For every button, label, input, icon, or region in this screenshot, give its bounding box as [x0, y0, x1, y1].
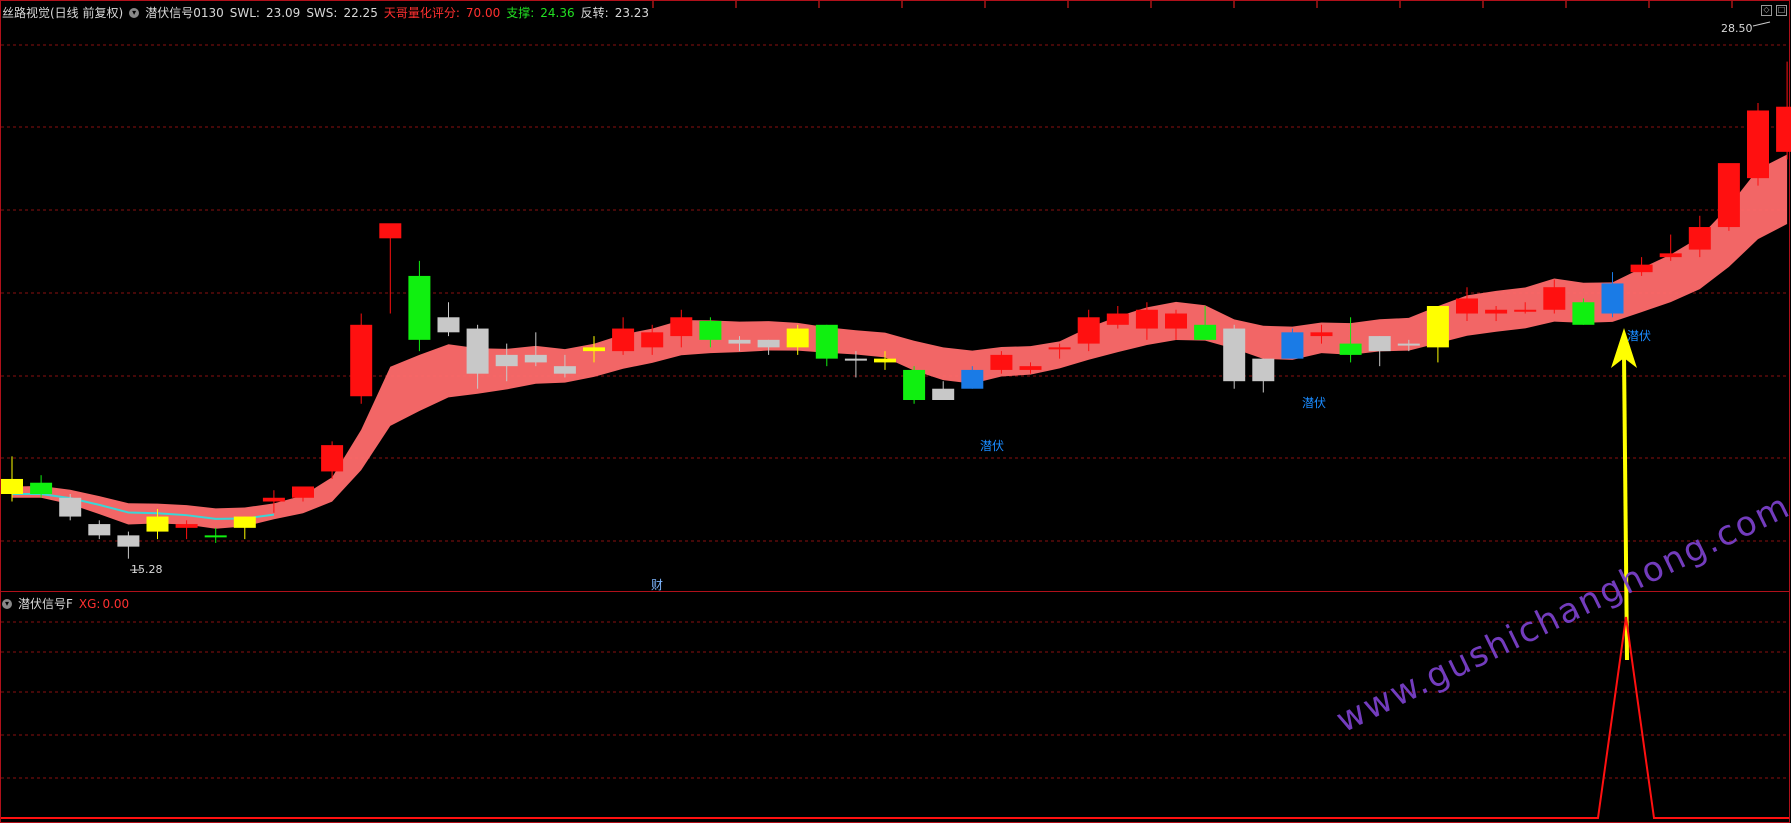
candle-body	[1019, 366, 1042, 370]
sws-value: 22.25	[343, 5, 378, 20]
candle-body	[583, 347, 605, 352]
candle-body	[1281, 332, 1304, 359]
candle-body	[292, 486, 314, 498]
candle-body	[1426, 306, 1449, 348]
score-label: 天哥量化评分:	[383, 6, 460, 20]
signal-label-2: 潜伏	[1302, 396, 1327, 410]
candle-body	[670, 317, 693, 337]
candle-body	[786, 328, 809, 348]
candle-body	[1165, 313, 1187, 329]
indicator-dropdown-icon[interactable]: ▾	[129, 7, 140, 18]
candle-body	[990, 354, 1013, 370]
ma-band	[12, 154, 1788, 529]
candle-body	[641, 332, 664, 348]
candle-body	[88, 524, 111, 536]
candle-body	[117, 535, 140, 547]
candle-body	[815, 324, 838, 359]
candlestick-chart	[1, 1, 1791, 819]
candle-body	[1339, 343, 1362, 355]
swl-value: 23.09	[265, 5, 301, 20]
candle-body	[1717, 163, 1740, 228]
reversal-value: 23.23	[614, 5, 650, 20]
sub-indicator-dropdown-icon[interactable]: ▾	[2, 598, 12, 609]
candle-body	[379, 223, 402, 239]
candle-body	[1252, 358, 1275, 382]
xg-label: XG:	[78, 596, 101, 611]
candle-body	[30, 482, 53, 494]
sub-header: ▾ 潜伏信号F XG: 0.00	[2, 595, 129, 612]
candle-body	[612, 328, 635, 352]
score-value: 70.00	[465, 5, 501, 20]
cai-marker[interactable]: 财	[651, 576, 663, 593]
candle-body	[874, 358, 896, 363]
candle-body	[408, 275, 431, 340]
candle-body	[146, 516, 169, 532]
candle-body	[1776, 106, 1791, 152]
high-marker-line	[1752, 21, 1771, 27]
candle-body	[1077, 317, 1100, 344]
candle-body	[1048, 347, 1071, 350]
candle-body	[728, 339, 751, 344]
indicator-name: 潜伏信号0130	[145, 6, 224, 20]
diamond-icon[interactable]: ◇	[1761, 5, 1772, 16]
stock-title: 丝路视觉(日线 前复权)	[2, 6, 124, 20]
low-price-label: 15.28	[131, 563, 163, 576]
swl-label: SWL:	[229, 5, 260, 20]
candle-body	[1747, 110, 1769, 179]
signal-arrow-shaft	[1622, 354, 1629, 661]
candle-body	[757, 339, 780, 348]
candle-body	[1688, 227, 1711, 250]
candle-body	[262, 497, 285, 502]
candle-body	[903, 369, 926, 400]
candle-body	[1485, 309, 1508, 314]
candle-body	[1456, 298, 1478, 314]
candle-body	[466, 328, 489, 374]
xg-value: 0.00	[102, 596, 130, 611]
support-value: 24.36	[540, 5, 575, 20]
support-label: 支撑:	[506, 6, 535, 20]
candle-body	[524, 354, 547, 363]
reversal-label: 反转:	[580, 6, 609, 20]
candle-body	[1659, 253, 1682, 258]
candle-body	[1601, 283, 1624, 314]
candle-body	[1572, 302, 1595, 325]
candle-body	[1630, 264, 1653, 273]
candle-body	[932, 388, 955, 400]
window-controls: ◇ □	[1761, 5, 1787, 16]
candle-body	[844, 358, 867, 361]
candle-body	[1194, 324, 1217, 340]
signal-label-3: 潜伏	[1627, 329, 1652, 343]
candle-body	[321, 445, 344, 472]
candle-body	[175, 524, 198, 528]
candle-body	[233, 516, 256, 528]
candle-body	[350, 324, 373, 397]
high-price-label: 28.50	[1721, 22, 1753, 35]
candle-body	[1514, 309, 1537, 312]
candle-body	[437, 317, 460, 333]
candle-body	[553, 366, 576, 374]
maximize-icon[interactable]: □	[1776, 5, 1787, 16]
candle-body	[1135, 309, 1158, 329]
candle-body	[1543, 287, 1566, 310]
candle-body	[699, 321, 722, 340]
candle-body	[59, 497, 82, 517]
chart-header: 丝路视觉(日线 前复权) ▾ 潜伏信号0130 SWL: 23.09 SWS: 22…	[2, 4, 649, 21]
candle-body	[495, 354, 518, 367]
sub-indicator-title: 潜伏信号F	[18, 597, 73, 611]
signal-label-1: 潜伏	[980, 439, 1005, 453]
candle-body	[1106, 313, 1129, 325]
candle-body	[1310, 332, 1333, 337]
candle-body	[961, 369, 984, 389]
candle-body	[1, 478, 23, 494]
candle-body	[204, 535, 227, 538]
candle-body	[1397, 343, 1420, 346]
candle-body	[1223, 328, 1246, 382]
candle-body	[1368, 336, 1391, 352]
sws-label: SWS:	[306, 5, 338, 20]
